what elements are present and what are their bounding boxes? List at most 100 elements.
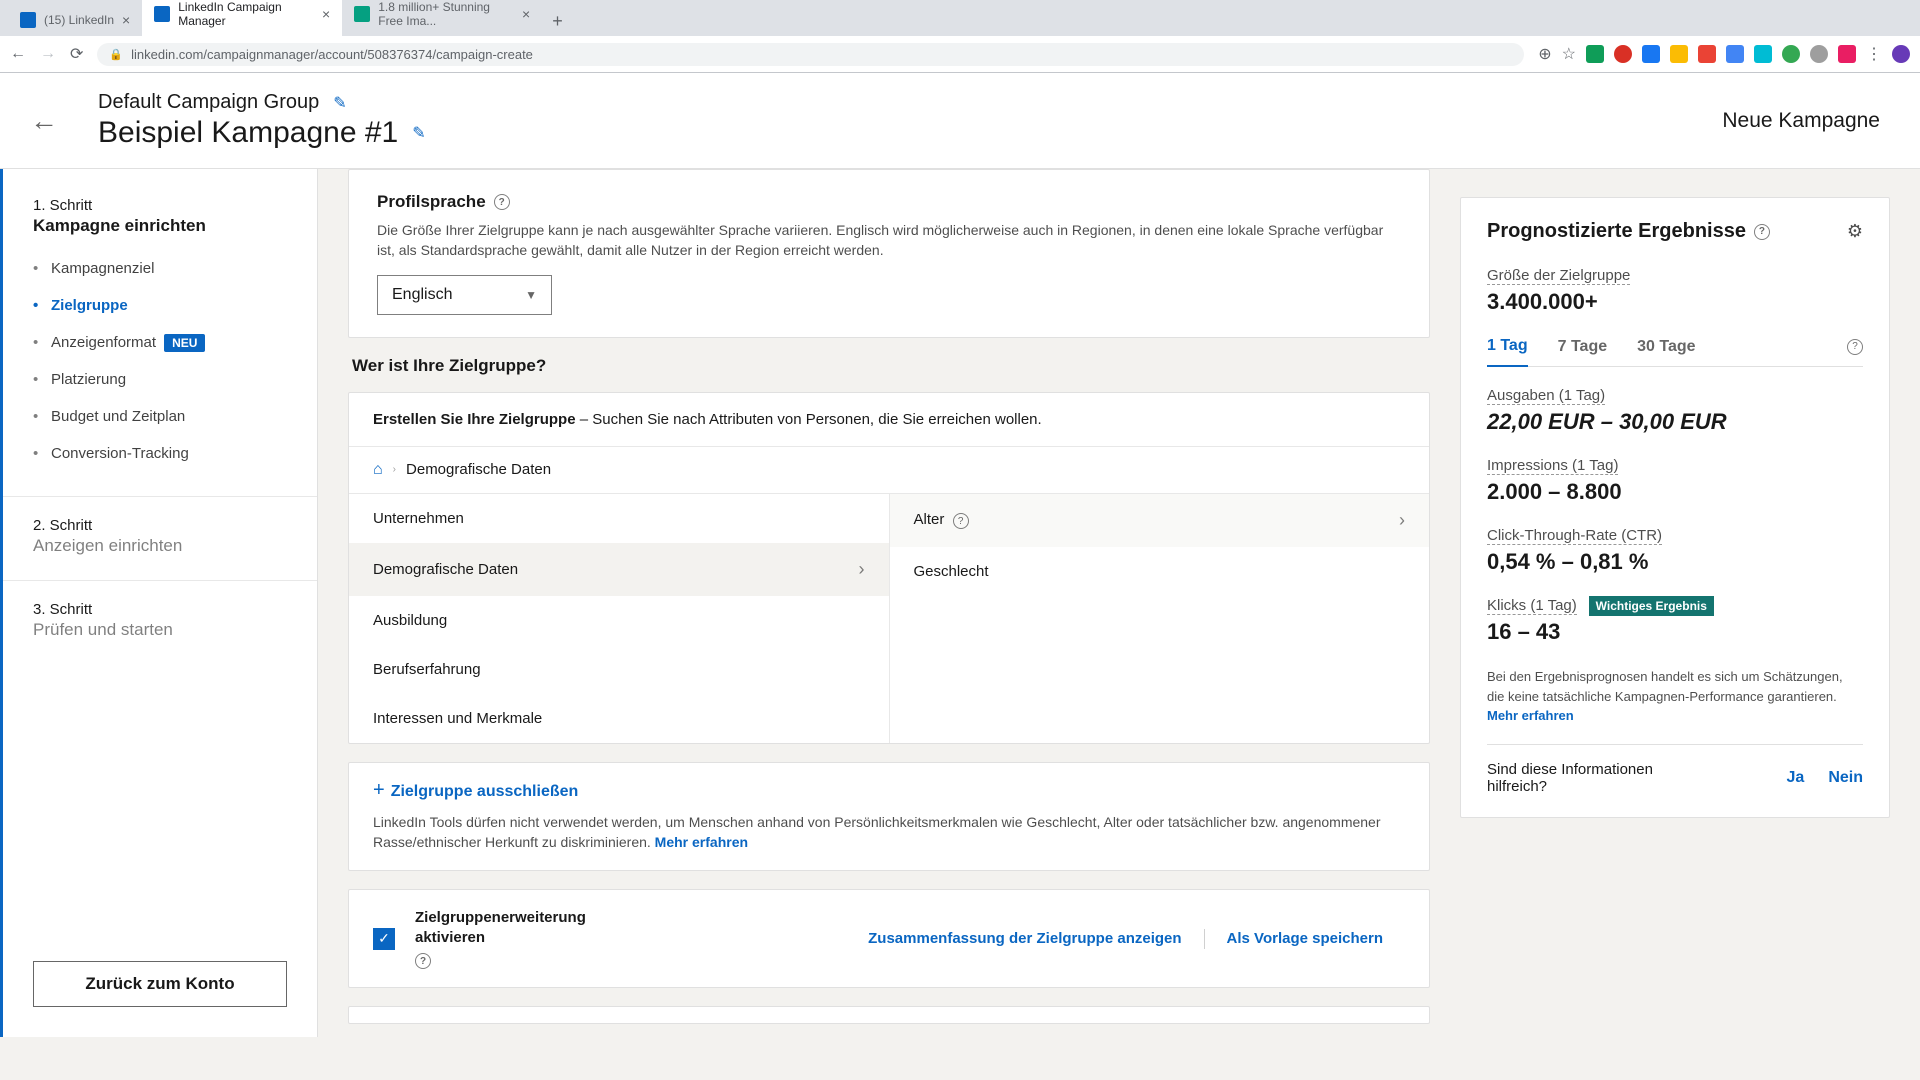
sidebar-item-adformat[interactable]: AnzeigenformatNEU: [33, 324, 287, 361]
sidebar-item-label: Platzierung: [51, 371, 126, 388]
plus-icon: +: [373, 779, 385, 801]
help-icon[interactable]: ?: [494, 194, 510, 210]
exclude-audience-button[interactable]: +Zielgruppe ausschließen: [373, 783, 578, 800]
forward-icon: →: [40, 45, 56, 63]
extension-icon[interactable]: [1754, 45, 1772, 63]
category-column-left: Unternehmen Demografische Daten › Ausbild…: [349, 494, 890, 743]
section-title-text: Profilsprache: [377, 192, 486, 212]
star-icon[interactable]: ☆: [1562, 44, 1576, 64]
tab-1-day[interactable]: 1 Tag: [1487, 337, 1528, 367]
home-icon[interactable]: ⌂: [373, 461, 383, 479]
close-icon[interactable]: ×: [122, 12, 130, 28]
back-to-account-button[interactable]: Zurück zum Konto: [33, 961, 287, 1007]
extension-icon[interactable]: [1670, 45, 1688, 63]
help-icon[interactable]: ?: [1754, 224, 1770, 240]
title-block: Default Campaign Group ✎ Beispiel Kampag…: [98, 91, 1722, 150]
category-experience[interactable]: Berufserfahrung: [349, 645, 889, 694]
subcategory-age[interactable]: Alter ? ›: [890, 494, 1430, 547]
sidebar-item-budget[interactable]: Budget und Zeitplan: [33, 398, 287, 435]
menu-icon[interactable]: ⋮: [1866, 44, 1882, 64]
breadcrumb-item: Demografische Daten: [406, 461, 551, 478]
linkedin-favicon: [154, 6, 170, 22]
subcategory-gender[interactable]: Geschlecht: [890, 547, 1430, 596]
tab-title: (15) LinkedIn: [44, 13, 114, 27]
subcategory-label: Alter: [914, 511, 945, 528]
save-template-link[interactable]: Als Vorlage speichern: [1205, 930, 1405, 947]
important-badge: Wichtiges Ergebnis: [1589, 596, 1714, 616]
policy-text: LinkedIn Tools dürfen nicht verwendet we…: [349, 812, 1429, 871]
category-company[interactable]: Unternehmen: [349, 494, 889, 543]
extension-icons: ⊕ ☆ ⋮: [1538, 44, 1910, 64]
url-input[interactable]: 🔒 linkedin.com/campaignmanager/account/5…: [97, 43, 1524, 66]
tab-30-days[interactable]: 30 Tage: [1637, 338, 1695, 366]
help-icon[interactable]: ?: [953, 513, 969, 529]
browser-tab[interactable]: 1.8 million+ Stunning Free Ima...×: [342, 0, 542, 36]
chevron-right-icon: ›: [859, 559, 865, 580]
sidebar-item-objective[interactable]: Kampagnenziel: [33, 250, 287, 287]
chevron-down-icon: ▼: [525, 288, 537, 302]
forecast-panel: Prognostizierte Ergebnisse ? ⚙ Größe der…: [1460, 169, 1920, 1037]
browser-tab[interactable]: (15) LinkedIn ×: [8, 4, 142, 36]
edit-icon[interactable]: ✎: [333, 93, 346, 113]
extension-icon[interactable]: [1838, 45, 1856, 63]
expansion-label: Zielgruppenerweiterung aktivieren ?: [415, 908, 625, 969]
no-button[interactable]: Nein: [1828, 769, 1863, 787]
tab-strip: (15) LinkedIn × LinkedIn Campaign Manager…: [0, 0, 1920, 36]
extension-icon[interactable]: [1642, 45, 1660, 63]
yes-button[interactable]: Ja: [1787, 769, 1805, 787]
reload-icon[interactable]: ⟳: [70, 44, 83, 64]
category-education[interactable]: Ausbildung: [349, 596, 889, 645]
extension-icon[interactable]: [1614, 45, 1632, 63]
sidebar-item-label: Anzeigenformat: [51, 334, 156, 351]
learn-more-link[interactable]: Mehr erfahren: [1487, 708, 1574, 723]
expansion-checkbox[interactable]: ✓: [373, 928, 395, 950]
extension-icon[interactable]: [1698, 45, 1716, 63]
category-demographics[interactable]: Demografische Daten ›: [349, 543, 889, 596]
substeps-list: Kampagnenziel Zielgruppe AnzeigenformatN…: [33, 250, 287, 472]
learn-more-link[interactable]: Mehr erfahren: [655, 834, 748, 850]
extension-icon[interactable]: [1586, 45, 1604, 63]
close-icon[interactable]: ×: [522, 6, 530, 22]
step-3-block[interactable]: 3. Schritt Prüfen und starten: [3, 601, 317, 664]
audience-builder-card: Erstellen Sie Ihre Zielgruppe – Suchen S…: [348, 392, 1430, 744]
category-label: Demografische Daten: [373, 561, 518, 578]
close-icon[interactable]: ×: [322, 6, 330, 22]
avatar-icon[interactable]: [1892, 45, 1910, 63]
back-icon[interactable]: ←: [10, 45, 26, 63]
main-content: Profilsprache ? Die Größe Ihrer Zielgrup…: [318, 169, 1460, 1037]
zoom-icon[interactable]: ⊕: [1538, 44, 1551, 64]
tab-7-days[interactable]: 7 Tage: [1558, 338, 1608, 366]
next-card-peek: [348, 1006, 1430, 1024]
extension-icon[interactable]: [1726, 45, 1744, 63]
spend-value: 22,00 EUR – 30,00 EUR: [1487, 409, 1863, 435]
extension-icon[interactable]: [1810, 45, 1828, 63]
category-column-right: Alter ? › Geschlecht: [890, 494, 1430, 743]
exclude-card: +Zielgruppe ausschließen LinkedIn Tools …: [348, 762, 1430, 872]
gear-icon[interactable]: ⚙: [1847, 221, 1863, 242]
extension-icon[interactable]: [1782, 45, 1800, 63]
back-arrow-icon[interactable]: ←: [30, 105, 58, 137]
browser-tab[interactable]: LinkedIn Campaign Manager×: [142, 0, 342, 36]
language-select[interactable]: Englisch ▼: [377, 275, 552, 315]
url-text: linkedin.com/campaignmanager/account/508…: [131, 47, 533, 62]
sidebar-item-audience[interactable]: Zielgruppe: [33, 287, 287, 324]
builder-header-text: – Suchen Sie nach Attributen von Persone…: [576, 411, 1042, 428]
app-body: 1. Schritt Kampagne einrichten Kampagnen…: [0, 169, 1920, 1037]
profile-language-card: Profilsprache ? Die Größe Ihrer Zielgrup…: [348, 169, 1430, 338]
audience-summary-link[interactable]: Zusammenfassung der Zielgruppe anzeigen: [846, 930, 1203, 947]
sidebar-item-label: Conversion-Tracking: [51, 445, 189, 462]
edit-icon[interactable]: ✎: [412, 123, 425, 143]
footer-links: Zusammenfassung der Zielgruppe anzeigen …: [846, 929, 1405, 949]
sidebar-item-placement[interactable]: Platzierung: [33, 361, 287, 398]
footer-row: ✓ Zielgruppenerweiterung aktivieren ? Zu…: [349, 890, 1429, 987]
category-label: Interessen und Merkmale: [373, 710, 542, 727]
help-icon[interactable]: ?: [415, 953, 431, 969]
help-icon[interactable]: ?: [1847, 339, 1863, 355]
sidebar-item-conversion[interactable]: Conversion-Tracking: [33, 435, 287, 472]
step-2-block[interactable]: 2. Schritt Anzeigen einrichten: [3, 517, 317, 581]
chevron-right-icon: ›: [1399, 510, 1405, 531]
category-interests[interactable]: Interessen und Merkmale: [349, 694, 889, 743]
exclude-row: +Zielgruppe ausschließen: [349, 763, 1429, 812]
spend-label: Ausgaben (1 Tag): [1487, 387, 1605, 405]
new-tab-button[interactable]: +: [542, 7, 573, 36]
